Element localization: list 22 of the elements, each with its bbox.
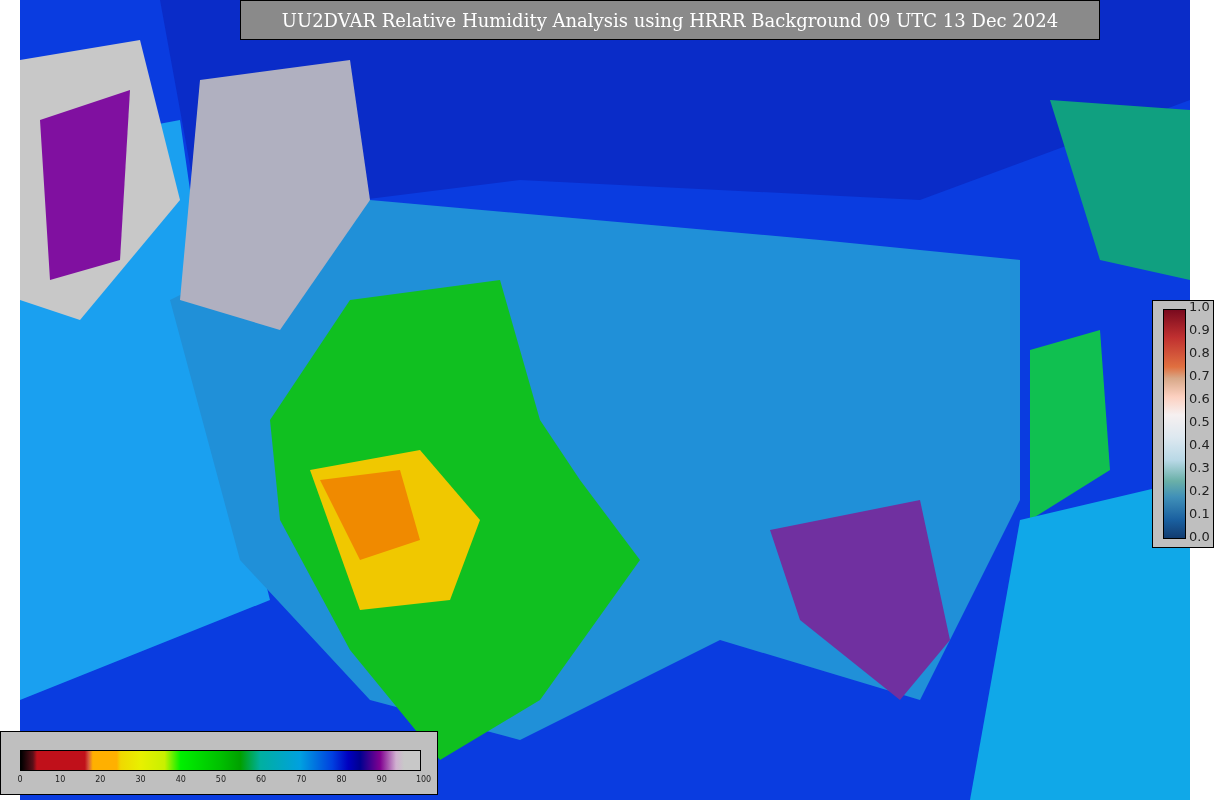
scale-label: 30 (134, 775, 147, 784)
scale-label: 40 (174, 775, 187, 784)
scale-label: 1.0 (1189, 300, 1210, 314)
map-title: UU2DVAR Relative Humidity Analysis using HRRR Background 09 UTC 13 Dec 2024 (240, 0, 1100, 40)
scale-label: 0.8 (1189, 346, 1210, 360)
scale-label: 0.2 (1189, 484, 1210, 498)
scale-label: 0.1 (1189, 507, 1210, 521)
scale-label: 80 (335, 775, 348, 784)
scale-label: 20 (94, 775, 107, 784)
scale-label: 50 (214, 775, 227, 784)
scale-label: 0.3 (1189, 461, 1210, 475)
scale-label: 60 (255, 775, 268, 784)
scale-label: 0.6 (1189, 392, 1210, 406)
scale-label: 0.9 (1189, 323, 1210, 337)
scale-label: 0.5 (1189, 415, 1210, 429)
scale-label: 0.0 (1189, 530, 1210, 544)
scale-label: 0.7 (1189, 369, 1210, 383)
scale-label: 70 (295, 775, 308, 784)
scale-label: 90 (375, 775, 388, 784)
scale-label: 0 (16, 775, 24, 784)
scale-label: 0.4 (1189, 438, 1210, 452)
scale-label: 10 (54, 775, 67, 784)
